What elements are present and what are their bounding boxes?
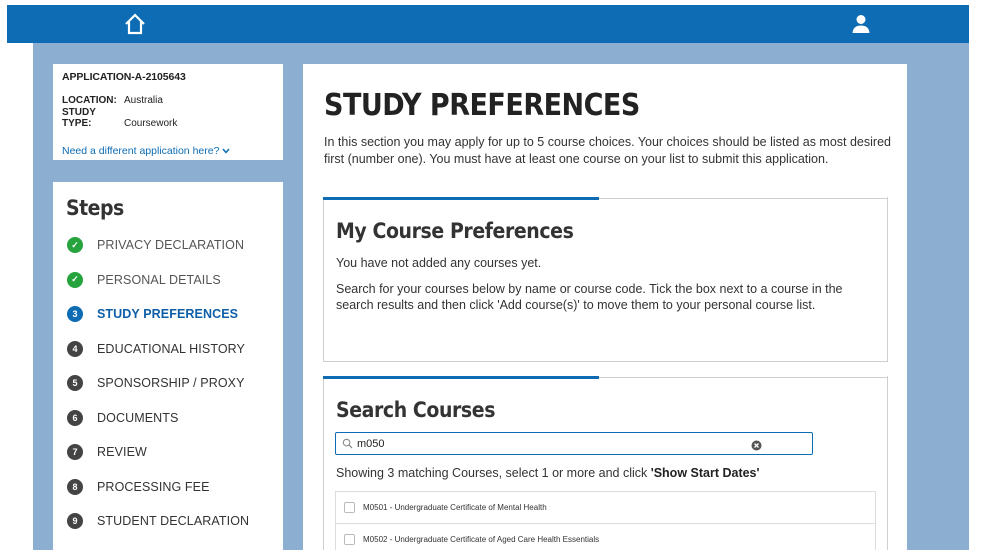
study-type-label: STUDY TYPE:	[62, 107, 96, 129]
page-title: STUDY PREFERENCES	[324, 88, 640, 123]
panel-top-border	[599, 198, 888, 199]
step-item[interactable]: ✓ PRIVACY DECLARATION	[65, 228, 271, 263]
step-number-badge: 5	[67, 375, 83, 392]
location-row: LOCATION: Australia	[62, 95, 274, 106]
step-label: EDUCATIONAL HISTORY	[97, 341, 245, 356]
home-button[interactable]	[123, 12, 147, 36]
search-results-list: M0501 - Undergraduate Certificate of Men…	[335, 491, 876, 550]
step-number-badge: 4	[67, 340, 83, 357]
step-label: STUDY PREFERENCES	[97, 307, 239, 322]
course-preferences-panel: My Course Preferences You have not added…	[323, 197, 888, 362]
step-number-badge: 6	[67, 409, 83, 426]
step-label: SPONSORSHIP / PROXY	[97, 376, 245, 391]
study-type-row: STUDY TYPE: Coursework	[62, 107, 274, 129]
course-result-label: M0501 - Undergraduate Certificate of Men…	[363, 503, 547, 512]
step-complete-check-icon: ✓	[67, 271, 83, 288]
change-application-label: Need a different application here?	[62, 145, 220, 157]
study-type-value: Coursework	[124, 118, 178, 129]
step-label: PRIVACY DECLARATION	[97, 238, 245, 253]
change-application-link[interactable]: Need a different application here?	[62, 145, 274, 157]
step-item[interactable]: 7 REVIEW	[65, 435, 271, 470]
steps-list: ✓ PRIVACY DECLARATION ✓ PERSONAL DETAILS 3 ST…	[65, 228, 271, 539]
course-result-label: M0502 - Undergraduate Certificate of Age…	[363, 535, 600, 544]
step-item[interactable]: 9 STUDENT DECLARATION	[65, 504, 271, 539]
step-label: STUDENT DECLARATION	[97, 514, 250, 529]
step-label: DOCUMENTS	[97, 410, 179, 425]
application-summary-card: APPLICATION-A-2105643 LOCATION: Australia…	[53, 64, 283, 160]
match-prefix: Showing 3 matching Courses, select 1 or …	[336, 466, 651, 480]
show-start-dates-hint: 'Show Start Dates'	[650, 466, 760, 480]
step-complete-check-icon: ✓	[67, 237, 83, 254]
course-select-checkbox[interactable]	[344, 502, 355, 513]
top-nav-bar	[7, 5, 969, 43]
step-item[interactable]: 6 DOCUMENTS	[65, 401, 271, 436]
course-preferences-title: My Course Preferences	[336, 219, 574, 243]
step-item[interactable]: 3 STUDY PREFERENCES	[65, 297, 271, 332]
location-value: Australia	[124, 95, 163, 106]
course-select-checkbox[interactable]	[344, 534, 355, 545]
step-label: PROCESSING FEE	[97, 479, 210, 494]
step-item[interactable]: 4 EDUCATIONAL HISTORY	[65, 332, 271, 367]
step-number-badge: 8	[67, 478, 83, 495]
intro-text: In this section you may apply for up to …	[324, 135, 891, 166]
user-icon	[852, 15, 870, 33]
no-courses-text: You have not added any courses yet.	[336, 256, 542, 270]
step-label: PERSONAL DETAILS	[97, 272, 221, 287]
step-label: REVIEW	[97, 445, 147, 460]
course-search-input[interactable]	[357, 435, 757, 452]
steps-sidebar: Steps ✓ PRIVACY DECLARATION ✓ PERSONAL DETA…	[53, 182, 283, 550]
step-number-badge: 3	[67, 306, 83, 323]
step-item[interactable]: ✓ PERSONAL DETAILS	[65, 263, 271, 298]
search-help-text: Search for your courses below by name or…	[336, 282, 843, 312]
panel-accent-bar	[323, 197, 599, 200]
chevron-down-icon	[222, 146, 230, 156]
search-courses-title: Search Courses	[336, 398, 496, 422]
step-number-badge: 7	[67, 444, 83, 461]
search-courses-panel: Search Courses Showing 3 matching Course…	[323, 376, 888, 550]
steps-title: Steps	[66, 196, 124, 220]
course-result-row[interactable]: M0501 - Undergraduate Certificate of Men…	[335, 491, 876, 523]
course-result-row[interactable]: M0502 - Undergraduate Certificate of Age…	[335, 523, 876, 550]
search-icon	[342, 438, 353, 449]
application-id: APPLICATION-A-2105643	[62, 71, 186, 83]
match-count-text: Showing 3 matching Courses, select 1 or …	[336, 466, 759, 480]
clear-icon	[751, 440, 762, 451]
step-item[interactable]: 8 PROCESSING FEE	[65, 470, 271, 505]
panel-accent-bar	[323, 376, 599, 379]
user-account-button[interactable]	[850, 13, 872, 35]
clear-search-button[interactable]	[751, 438, 762, 451]
panel-top-border	[599, 377, 888, 378]
main-content: STUDY PREFERENCES In this section you ma…	[303, 64, 907, 550]
step-number-badge: 9	[67, 513, 83, 530]
step-item[interactable]: 5 SPONSORSHIP / PROXY	[65, 366, 271, 401]
location-label: LOCATION:	[62, 95, 117, 106]
home-icon	[125, 13, 145, 35]
search-box	[335, 432, 813, 455]
